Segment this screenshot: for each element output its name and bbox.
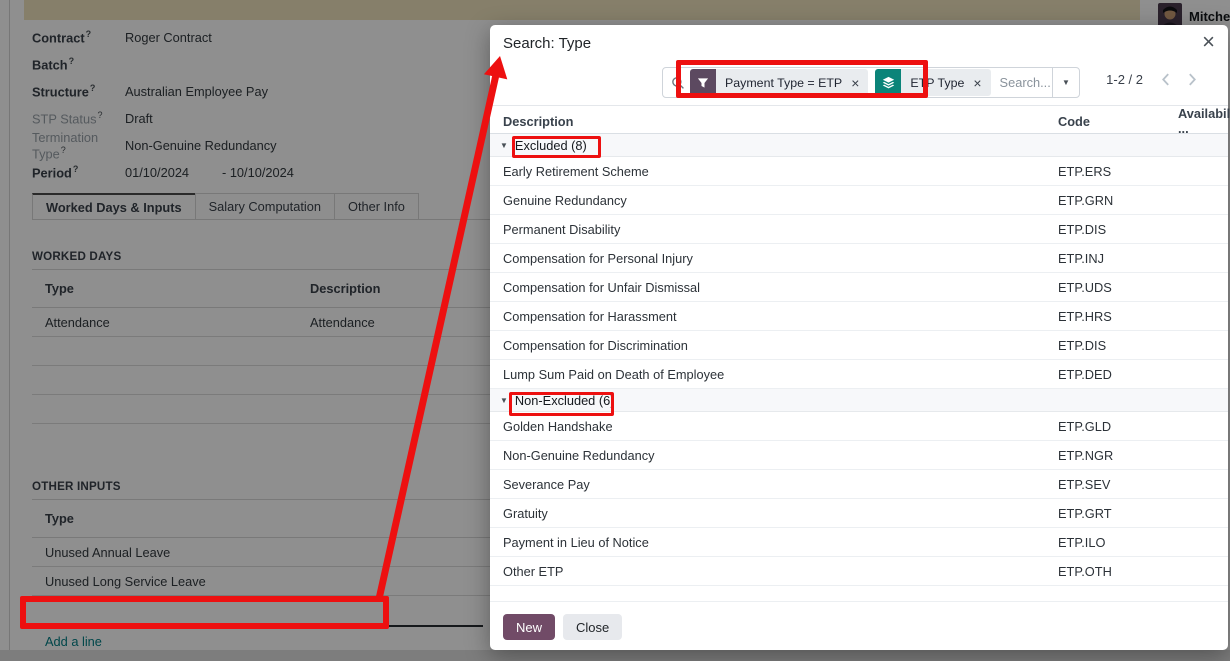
list-row[interactable]: Permanent Disability ETP.DIS: [490, 215, 1228, 244]
cell-description: Other ETP: [490, 564, 1058, 579]
pager: 1-2 / 2: [1106, 69, 1203, 90]
cell-description: Non-Genuine Redundancy: [490, 448, 1058, 463]
search-facet: ETP Type ×: [875, 69, 990, 96]
dialog-list-body: ▼ Excluded (8) Early Retirement Scheme E…: [490, 134, 1228, 602]
list-row[interactable]: Non-Genuine Redundancy ETP.NGR: [490, 441, 1228, 470]
cell-code: ETP.GRN: [1058, 193, 1178, 208]
cell-description: Compensation for Personal Injury: [490, 251, 1058, 266]
cell-code: ETP.NGR: [1058, 448, 1178, 463]
list-row[interactable]: Compensation for Discrimination ETP.DIS: [490, 331, 1228, 360]
list-row[interactable]: Gratuity ETP.GRT: [490, 499, 1228, 528]
cell-code: ETP.SEV: [1058, 477, 1178, 492]
cell-code: ETP.GLD: [1058, 419, 1178, 434]
list-row[interactable]: Other ETP ETP.OTH: [490, 557, 1228, 586]
cell-description: Lump Sum Paid on Death of Employee: [490, 367, 1058, 382]
group-caret-icon: ▼: [500, 396, 508, 405]
cell-code: ETP.DIS: [1058, 338, 1178, 353]
cell-description: Permanent Disability: [490, 222, 1058, 237]
facet-remove-icon[interactable]: ×: [851, 76, 859, 90]
close-button[interactable]: Close: [563, 614, 622, 640]
cell-code: ETP.HRS: [1058, 309, 1178, 324]
cell-code: ETP.DED: [1058, 367, 1178, 382]
group-caret-icon: ▼: [500, 141, 508, 150]
close-icon[interactable]: ×: [1202, 28, 1215, 57]
cell-code: ETP.INJ: [1058, 251, 1178, 266]
group-label: Excluded (8): [515, 138, 587, 153]
column-header-code[interactable]: Code: [1058, 114, 1178, 129]
facet-remove-icon[interactable]: ×: [973, 76, 981, 90]
filter-icon: [690, 69, 716, 96]
cell-code: ETP.UDS: [1058, 280, 1178, 295]
cell-description: Compensation for Harassment: [490, 309, 1058, 324]
search-icon: [671, 76, 685, 90]
empty-row: [490, 586, 1228, 602]
chevron-right-icon: [1188, 72, 1197, 87]
search-facet: Payment Type = ETP ×: [690, 69, 868, 96]
facet-label: ETP Type: [910, 76, 964, 90]
cell-description: Gratuity: [490, 506, 1058, 521]
dialog-title: Search: Type: [503, 35, 591, 52]
column-header-availability[interactable]: Availability ...: [1178, 106, 1230, 136]
search-input[interactable]: Payment Type = ETP × ETP Type × Search..…: [662, 67, 1080, 98]
list-row[interactable]: Compensation for Harassment ETP.HRS: [490, 302, 1228, 331]
dialog-footer: New Close: [490, 604, 1228, 650]
group-by-icon: [875, 69, 901, 96]
cell-code: ETP.OTH: [1058, 564, 1178, 579]
cell-description: Genuine Redundancy: [490, 193, 1058, 208]
pager-range: 1-2 / 2: [1106, 72, 1143, 87]
cell-description: Early Retirement Scheme: [490, 164, 1058, 179]
pager-previous-button[interactable]: [1155, 69, 1176, 90]
list-row[interactable]: Severance Pay ETP.SEV: [490, 470, 1228, 499]
search-type-dialog: Search: Type × Payment Type = ETP × ETP …: [490, 25, 1228, 650]
cell-description: Payment in Lieu of Notice: [490, 535, 1058, 550]
cell-code: ETP.DIS: [1058, 222, 1178, 237]
search-placeholder: Search...: [1000, 75, 1052, 90]
cell-description: Compensation for Discrimination: [490, 338, 1058, 353]
list-row[interactable]: Golden Handshake ETP.GLD: [490, 412, 1228, 441]
cell-code: ETP.GRT: [1058, 506, 1178, 521]
list-row[interactable]: Genuine Redundancy ETP.GRN: [490, 186, 1228, 215]
dialog-controls: Payment Type = ETP × ETP Type × Search..…: [490, 62, 1228, 106]
pager-next-button[interactable]: [1182, 69, 1203, 90]
list-row[interactable]: Early Retirement Scheme ETP.ERS: [490, 157, 1228, 186]
search-facets: Payment Type = ETP × ETP Type ×: [690, 69, 991, 96]
chevron-left-icon: [1161, 72, 1170, 87]
column-header-description[interactable]: Description: [490, 114, 1058, 129]
cell-description: Compensation for Unfair Dismissal: [490, 280, 1058, 295]
group-label: Non-Excluded (6): [515, 393, 615, 408]
list-row[interactable]: Payment in Lieu of Notice ETP.ILO: [490, 528, 1228, 557]
list-row[interactable]: Lump Sum Paid on Death of Employee ETP.D…: [490, 360, 1228, 389]
cell-description: Severance Pay: [490, 477, 1058, 492]
cell-code: ETP.ERS: [1058, 164, 1178, 179]
list-row[interactable]: Compensation for Unfair Dismissal ETP.UD…: [490, 273, 1228, 302]
group-header-row[interactable]: ▼ Excluded (8): [490, 134, 1228, 157]
cell-description: Golden Handshake: [490, 419, 1058, 434]
cell-code: ETP.ILO: [1058, 535, 1178, 550]
dialog-list-header: Description Code Availability ...: [490, 106, 1228, 134]
new-button[interactable]: New: [503, 614, 555, 640]
chevron-down-icon: ▼: [1062, 78, 1070, 87]
payslip-screen: Mitchell A Contract? Roger Contract Batc…: [0, 0, 1230, 661]
search-options-toggle[interactable]: ▼: [1053, 68, 1079, 97]
group-header-row[interactable]: ▼ Non-Excluded (6): [490, 389, 1228, 412]
list-row[interactable]: Compensation for Personal Injury ETP.INJ: [490, 244, 1228, 273]
facet-label: Payment Type = ETP: [725, 76, 842, 90]
